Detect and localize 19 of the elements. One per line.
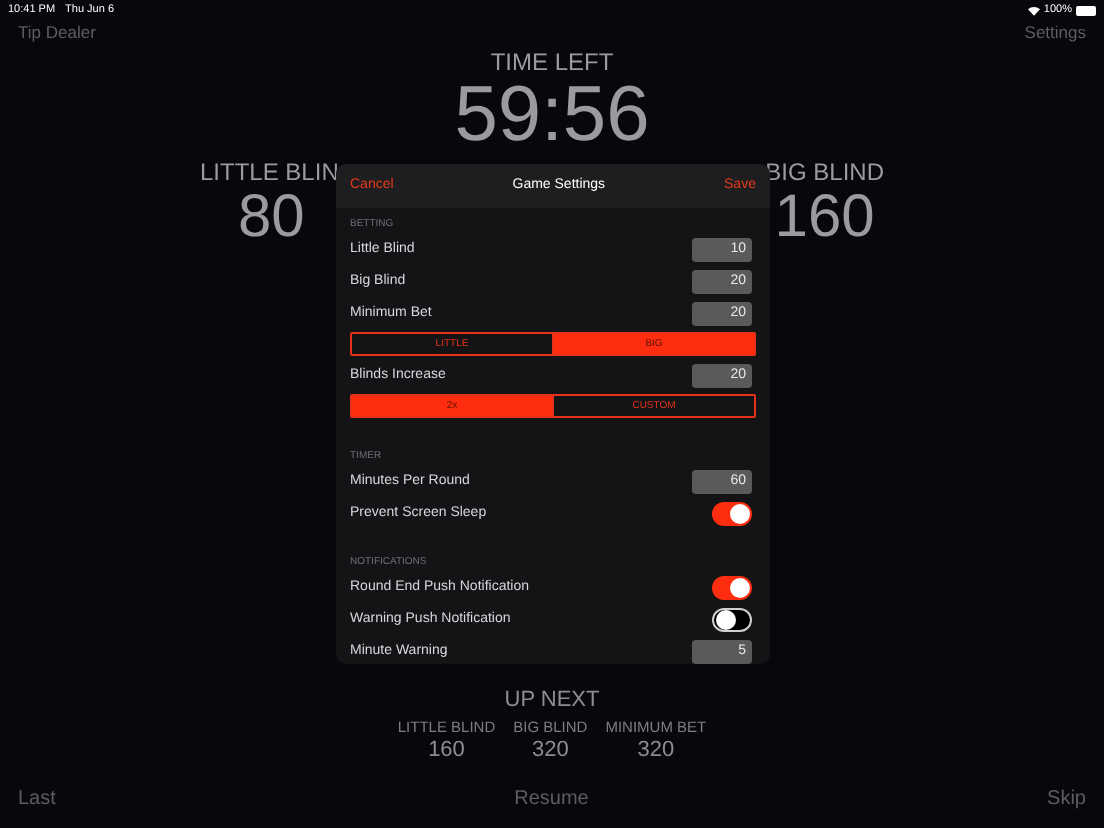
battery-icon — [1076, 6, 1096, 16]
up-next-value: 320 — [637, 736, 675, 764]
bottom-bar-button[interactable]: Last — [18, 783, 56, 813]
settings-button[interactable]: Settings — [1024, 19, 1086, 45]
wifi-icon — [1027, 6, 1040, 16]
up-next-value: 160 — [428, 736, 465, 764]
up-next-title: UP NEXT — [504, 688, 600, 714]
toggle-switch[interactable] — [712, 576, 752, 600]
blind-label: LITTLE BLIN — [200, 158, 339, 186]
toggle-switch[interactable] — [712, 608, 752, 632]
timer-label: TIME LEFT — [490, 48, 614, 76]
blind-value: 160 — [774, 186, 875, 250]
timer-value: 59:56 — [454, 76, 650, 156]
toggle-switch[interactable] — [712, 502, 752, 526]
blind-value: 80 — [238, 186, 305, 250]
bottom-bar-button[interactable]: Resume — [514, 783, 589, 813]
tip-dealer-button[interactable]: Tip Dealer — [18, 19, 96, 45]
bottom-bar-button[interactable]: Skip — [1047, 783, 1086, 813]
up-next-value: 320 — [531, 736, 569, 764]
